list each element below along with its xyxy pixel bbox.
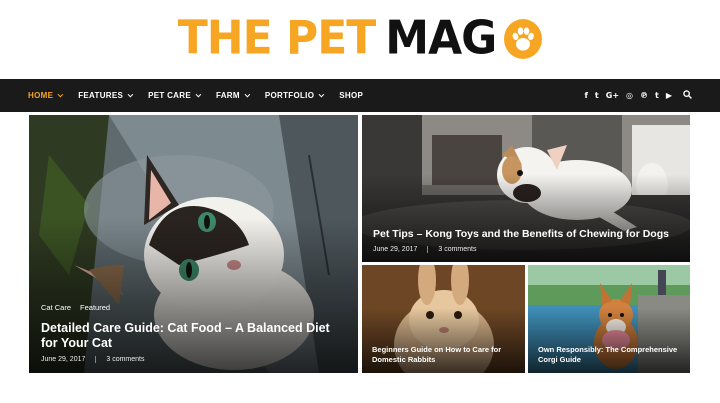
- post-title[interactable]: Pet Tips – Kong Toys and the Benefits of…: [373, 228, 683, 241]
- nav-item-farm[interactable]: FARM: [215, 91, 251, 100]
- nav-item-label: HOME: [28, 91, 54, 100]
- youtube-icon[interactable]: ▶: [666, 91, 672, 100]
- logo-word-mag: MAG: [385, 11, 497, 66]
- chevron-down-icon: [57, 91, 64, 97]
- category-link[interactable]: Cat Care: [41, 303, 71, 312]
- category-link[interactable]: Featured: [80, 303, 110, 312]
- google-plus-icon[interactable]: G+: [606, 91, 619, 100]
- meta-divider: [427, 246, 429, 253]
- chevron-down-icon: [318, 91, 325, 97]
- pinterest-icon[interactable]: ℗: [640, 91, 648, 100]
- nav-item-label: SHOP: [339, 91, 364, 100]
- post-meta: June 29, 2017 3 comments: [373, 246, 477, 253]
- post-card-kong-toys[interactable]: Pet Tips – Kong Toys and the Benefits of…: [362, 115, 690, 262]
- nav-item-shop[interactable]: SHOP: [339, 91, 363, 100]
- chevron-down-icon: [127, 91, 134, 97]
- nav-item-pet-care[interactable]: PET CARE: [148, 91, 202, 100]
- post-title[interactable]: Own Responsibly: The Comprehensive Corgi…: [538, 345, 683, 364]
- twitter-icon[interactable]: t: [595, 91, 599, 100]
- chevron-down-icon: [244, 91, 251, 97]
- meta-divider: [95, 356, 97, 363]
- instagram-icon[interactable]: ◎: [626, 91, 633, 100]
- post-card-corgi[interactable]: Own Responsibly: The Comprehensive Corgi…: [528, 265, 690, 373]
- nav-item-label: FARM: [215, 91, 240, 100]
- facebook-icon[interactable]: f: [584, 91, 587, 100]
- site-logo[interactable]: THE PET MAG: [0, 0, 720, 78]
- post-categories: Cat Care Featured: [41, 303, 119, 312]
- nav-item-portfolio[interactable]: PORTFOLIO: [264, 91, 325, 100]
- nav-item-label: PET CARE: [148, 91, 191, 100]
- post-title[interactable]: Detailed Care Guide: Cat Food – A Balanc…: [41, 321, 346, 351]
- post-date: June 29, 2017: [41, 356, 86, 363]
- post-comments[interactable]: 3 comments: [106, 356, 144, 363]
- logo-word-the-pet: THE PET: [177, 11, 377, 66]
- post-date: June 29, 2017: [373, 246, 418, 253]
- search-icon[interactable]: [683, 90, 692, 101]
- post-title[interactable]: Beginners Guide on How to Care for Domes…: [372, 345, 517, 364]
- paw-icon: [504, 19, 543, 59]
- featured-post-card[interactable]: Cat Care Featured Detailed Care Guide: C…: [29, 115, 358, 373]
- tumblr-icon[interactable]: t: [655, 91, 659, 100]
- main-navigation: HOME FEATURES PET CARE FARM PORTFOLIO SH…: [0, 79, 720, 112]
- nav-item-label: FEATURES: [78, 91, 124, 100]
- post-card-rabbits[interactable]: Beginners Guide on How to Care for Domes…: [362, 265, 525, 373]
- social-icons: f t G+ ◎ ℗ t ▶: [577, 79, 692, 112]
- nav-item-home[interactable]: HOME: [28, 91, 64, 100]
- chevron-down-icon: [195, 91, 202, 97]
- post-comments[interactable]: 3 comments: [438, 246, 476, 253]
- nav-item-features[interactable]: FEATURES: [78, 91, 134, 100]
- nav-item-label: PORTFOLIO: [264, 91, 315, 100]
- post-meta: June 29, 2017 3 comments: [41, 356, 145, 363]
